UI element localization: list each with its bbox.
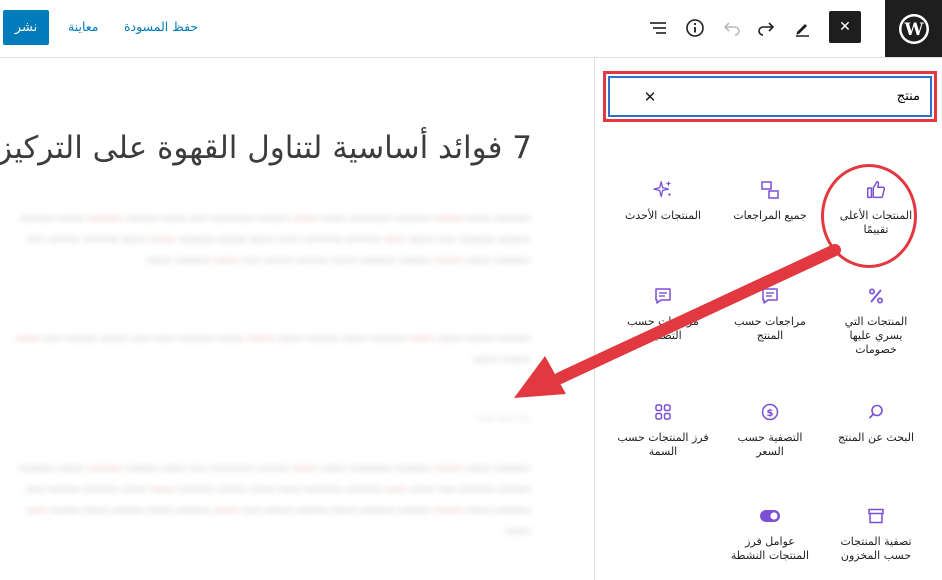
annotation-arrow bbox=[514, 244, 841, 398]
